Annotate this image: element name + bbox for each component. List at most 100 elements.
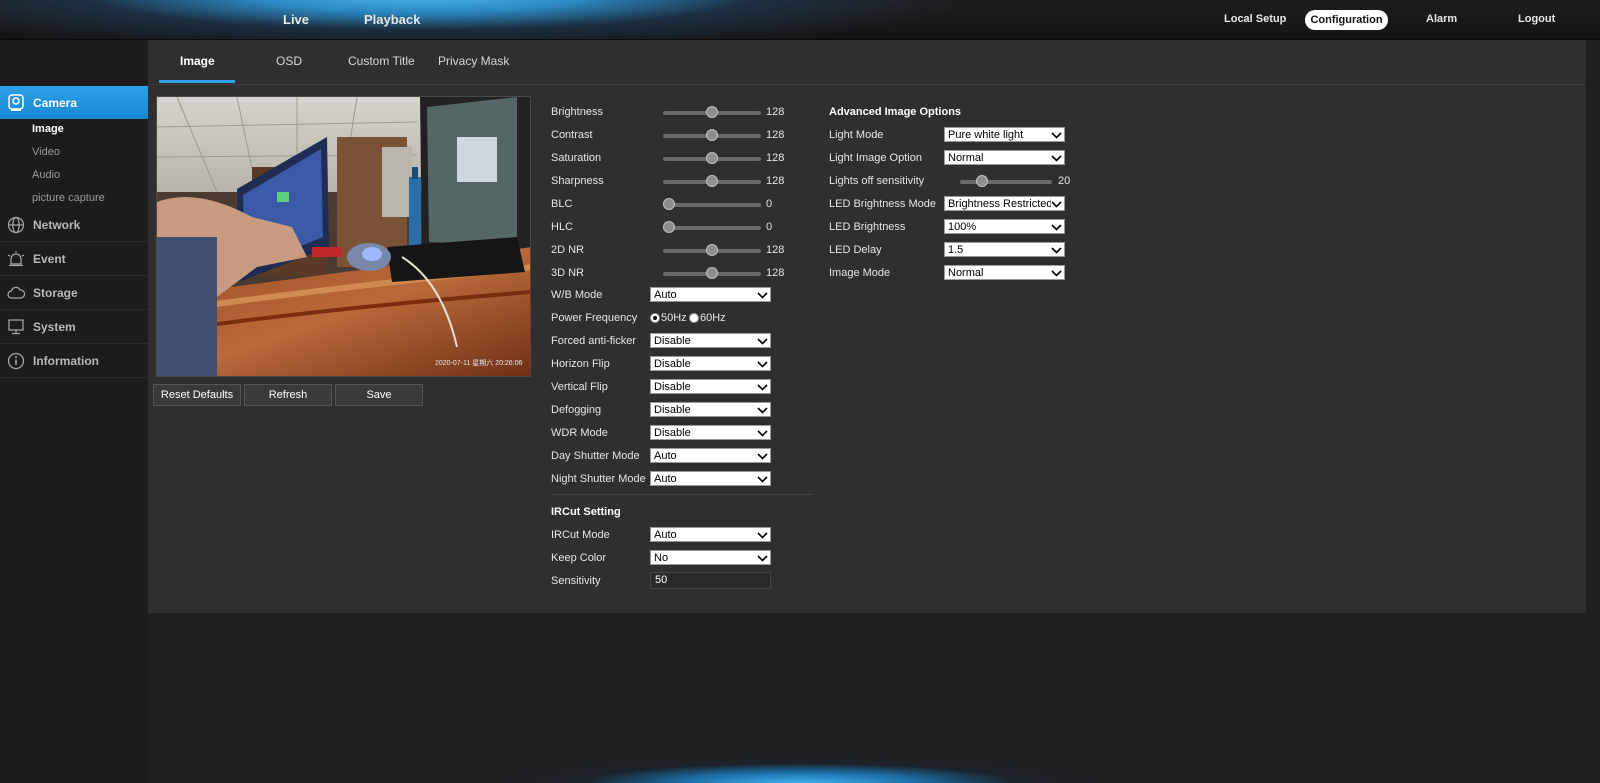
radio-60hz[interactable]: [689, 313, 699, 323]
nav-configuration[interactable]: Configuration: [1305, 10, 1388, 30]
reset-defaults-button[interactable]: Reset Defaults: [153, 384, 241, 406]
chevron-down-icon: [757, 430, 768, 437]
nav-playback[interactable]: Playback: [364, 12, 420, 27]
sidebar-item-system[interactable]: System: [0, 310, 148, 344]
radio-60hz-label: 60Hz: [700, 312, 726, 324]
info-icon: [7, 352, 25, 369]
keep-color-select[interactable]: No: [650, 550, 771, 565]
wb-mode-label: W/B Mode: [551, 289, 603, 301]
radio-50hz[interactable]: [650, 313, 660, 323]
horizon-flip-label: Horizon Flip: [551, 358, 610, 370]
sidebar-item-camera[interactable]: Camera: [0, 86, 155, 119]
3d-nr-slider[interactable]: [663, 267, 761, 279]
bottom-glow: [450, 735, 1150, 783]
slider-knob[interactable]: [706, 129, 718, 141]
defogging-value: Disable: [654, 404, 691, 416]
globe-icon: [7, 216, 25, 233]
blc-slider[interactable]: [663, 198, 761, 210]
image-mode-value: Normal: [948, 267, 984, 279]
slider-knob[interactable]: [706, 267, 718, 279]
slider-knob[interactable]: [706, 175, 718, 187]
light-image-option-select[interactable]: Normal: [944, 150, 1065, 165]
sharpness-slider[interactable]: [663, 175, 761, 187]
sidebar-item-network[interactable]: Network: [0, 208, 148, 242]
sensitivity-input[interactable]: 50: [650, 572, 771, 589]
2d-nr-value: 128: [766, 244, 785, 256]
led-delay-select[interactable]: 1.5: [944, 242, 1065, 257]
light-mode-value: Pure white light: [948, 129, 1024, 141]
led-brightness-value: 100%: [948, 221, 977, 233]
sidebar-item-label: System: [33, 319, 76, 334]
horizon-flip-select[interactable]: Disable: [650, 356, 771, 371]
chevron-down-icon: [1051, 199, 1062, 209]
nav-live[interactable]: Live: [283, 12, 309, 27]
2d-nr-slider[interactable]: [663, 244, 761, 256]
day-shutter-label: Day Shutter Mode: [551, 450, 640, 462]
anti-flicker-select[interactable]: Disable: [650, 333, 771, 348]
contrast-slider[interactable]: [663, 129, 761, 141]
wb-mode-select[interactable]: Auto: [650, 287, 771, 302]
chevron-down-icon: [757, 555, 768, 562]
brightness-slider[interactable]: [663, 106, 761, 118]
hlc-slider[interactable]: [663, 221, 761, 233]
sharpness-label: Sharpness: [551, 175, 604, 187]
horizon-flip-value: Disable: [654, 358, 691, 370]
power-frequency-label: Power Frequency: [551, 312, 638, 324]
tab-osd[interactable]: OSD: [276, 54, 302, 68]
slider-knob[interactable]: [706, 106, 718, 118]
sidebar-item-label: Event: [33, 251, 66, 266]
anti-flicker-label: Forced anti-ficker: [551, 335, 636, 347]
camera-icon: [8, 93, 24, 111]
sidebar-item-information[interactable]: Information: [0, 344, 148, 378]
nav-logout[interactable]: Logout: [1518, 13, 1555, 25]
sidebar-item-event[interactable]: Event: [0, 242, 148, 276]
vertical-flip-select[interactable]: Disable: [650, 379, 771, 394]
sidebar-subitem-audio[interactable]: Audio: [32, 169, 60, 181]
led-brightness-mode-select[interactable]: Brightness Restricted: [944, 196, 1065, 211]
section-divider: [551, 494, 813, 495]
slider-knob[interactable]: [706, 152, 718, 164]
light-mode-select[interactable]: Pure white light: [944, 127, 1065, 142]
ircut-mode-select[interactable]: Auto: [650, 527, 771, 542]
2d-nr-label: 2D NR: [551, 244, 585, 256]
light-image-option-label: Light Image Option: [829, 152, 922, 164]
radio-50hz-label: 50Hz: [661, 312, 687, 324]
led-brightness-select[interactable]: 100%: [944, 219, 1065, 234]
refresh-button[interactable]: Refresh: [244, 384, 332, 406]
lights-off-sensitivity-label: Lights off sensitivity: [829, 175, 925, 187]
night-shutter-select[interactable]: Auto: [650, 471, 771, 486]
contrast-label: Contrast: [551, 129, 593, 141]
led-delay-label: LED Delay: [829, 244, 882, 256]
slider-knob[interactable]: [663, 221, 675, 233]
3d-nr-value: 128: [766, 267, 785, 279]
light-image-option-value: Normal: [948, 152, 984, 164]
chevron-down-icon: [757, 292, 768, 299]
sidebar-subitem-video[interactable]: Video: [32, 146, 60, 158]
preview-image: 2020-07-11 星期六 20:26:06: [157, 97, 530, 376]
defogging-select[interactable]: Disable: [650, 402, 771, 417]
sidebar-item-storage[interactable]: Storage: [0, 276, 148, 310]
sidebar-subitem-image[interactable]: Image: [32, 123, 64, 135]
tab-custom-title[interactable]: Custom Title: [348, 54, 415, 68]
day-shutter-value: Auto: [654, 450, 677, 462]
chevron-down-icon: [1051, 155, 1062, 162]
nav-alarm[interactable]: Alarm: [1426, 13, 1457, 25]
top-bar-glow: [0, 0, 1000, 39]
saturation-slider[interactable]: [663, 152, 761, 164]
image-mode-select[interactable]: Normal: [944, 265, 1065, 280]
tab-image[interactable]: Image: [180, 54, 215, 68]
tab-privacy-mask[interactable]: Privacy Mask: [438, 54, 509, 68]
sidebar-subitem-picture-capture[interactable]: picture capture: [32, 192, 105, 204]
advanced-options-title: Advanced Image Options: [829, 106, 962, 118]
wdr-mode-label: WDR Mode: [551, 427, 608, 439]
save-button[interactable]: Save: [335, 384, 423, 406]
preview-timestamp: 2020-07-11 星期六 20:26:06: [435, 358, 523, 367]
slider-knob[interactable]: [976, 175, 988, 187]
nav-local-setup[interactable]: Local Setup: [1224, 13, 1286, 25]
slider-knob[interactable]: [706, 244, 718, 256]
saturation-value: 128: [766, 152, 785, 164]
day-shutter-select[interactable]: Auto: [650, 448, 771, 463]
wdr-mode-select[interactable]: Disable: [650, 425, 771, 440]
slider-knob[interactable]: [663, 198, 675, 210]
lights-off-sensitivity-slider[interactable]: [960, 175, 1052, 187]
